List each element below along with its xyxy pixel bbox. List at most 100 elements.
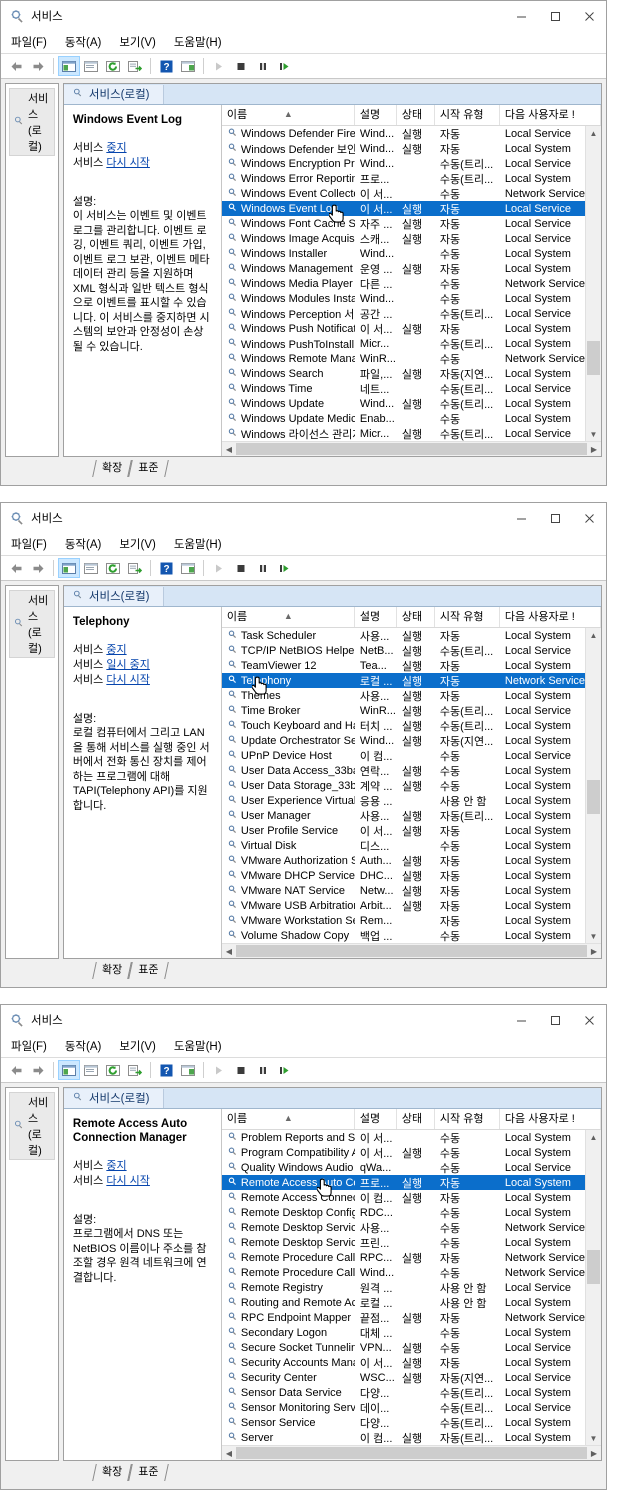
column-header-name[interactable]: 이름 ▲ xyxy=(222,105,355,125)
maximize-button[interactable] xyxy=(538,1005,572,1035)
service-link-다시 시작[interactable]: 다시 시작 xyxy=(106,674,150,686)
horizontal-scrollbar[interactable]: ◀ ▶ xyxy=(222,441,601,456)
maximize-button[interactable] xyxy=(538,503,572,533)
table-row[interactable]: Quality Windows Audio Vi...qWa...수동Local… xyxy=(222,1160,585,1175)
table-row[interactable]: Windows UpdateWind...실행수동(트리...Local Sys… xyxy=(222,396,585,411)
restart-service-icon[interactable] xyxy=(274,1060,296,1080)
table-row[interactable]: Routing and Remote Access로컬 ...사용 안 함Loc… xyxy=(222,1295,585,1310)
show-hide-console-tree-icon[interactable] xyxy=(58,56,80,76)
table-row[interactable]: User Data Access_33bad1연락...실행수동Local Sy… xyxy=(222,763,585,778)
table-row[interactable]: VMware DHCP ServiceDHC...실행자동Local Syste… xyxy=(222,868,585,883)
menu-action[interactable]: 동작(A) xyxy=(63,535,104,553)
vertical-scrollbar[interactable]: ▲ ▼ xyxy=(585,1130,601,1445)
table-row[interactable]: TeamViewer 12Tea...실행자동Local System xyxy=(222,658,585,673)
export-list-icon[interactable] xyxy=(124,1060,146,1080)
table-row[interactable]: Windows PushToInstall 서Micr...수동(트리...Lo… xyxy=(222,336,585,351)
menu-file[interactable]: 파일(F) xyxy=(9,535,49,553)
refresh-icon[interactable] xyxy=(102,558,124,578)
table-row[interactable]: Secure Socket Tunneling P...VPN...실행수동Lo… xyxy=(222,1340,585,1355)
minimize-button[interactable] xyxy=(504,503,538,533)
scroll-down-arrow-icon[interactable]: ▼ xyxy=(586,929,601,943)
table-row[interactable]: Windows Font Cache Service자주 ...실행자동Loca… xyxy=(222,216,585,231)
table-row[interactable]: Windows 라이선스 관리자Micr...실행수동(트리...Local S… xyxy=(222,426,585,441)
column-header-logon-as[interactable]: 다음 사용자로 ! xyxy=(500,105,601,125)
table-row[interactable]: Remote Desktop Services ...프린...수동Local … xyxy=(222,1235,585,1250)
forward-arrow-icon[interactable] xyxy=(27,558,49,578)
start-service-icon[interactable] xyxy=(208,1060,230,1080)
back-arrow-icon[interactable] xyxy=(5,558,27,578)
table-row[interactable]: User Experience Virtualizati...응용 ...사용 … xyxy=(222,793,585,808)
table-row[interactable]: Windows Defender 보안 센...Wind...실행자동Local… xyxy=(222,141,585,156)
refresh-icon[interactable] xyxy=(102,56,124,76)
table-row[interactable]: Windows Modules InstallerWind...수동Local … xyxy=(222,291,585,306)
table-row[interactable]: Windows Search파일,...실행자동(지연...Local Syst… xyxy=(222,366,585,381)
table-row[interactable]: Windows Time네트...수동(트리...Local Service xyxy=(222,381,585,396)
menu-file[interactable]: 파일(F) xyxy=(9,33,49,51)
minimize-button[interactable] xyxy=(504,1005,538,1035)
start-service-icon[interactable] xyxy=(208,56,230,76)
table-row[interactable]: Themes사용...실행자동Local System xyxy=(222,688,585,703)
tab-extended[interactable]: 확장 xyxy=(94,962,130,979)
table-row[interactable]: Sensor Monitoring Service데이...수동(트리...Lo… xyxy=(222,1400,585,1415)
scroll-down-arrow-icon[interactable]: ▼ xyxy=(586,427,601,441)
horizontal-scroll-thumb[interactable] xyxy=(236,1447,587,1459)
service-link-다시 시작[interactable]: 다시 시작 xyxy=(106,157,150,169)
table-row[interactable]: Secondary Logon대체 ...수동Local System xyxy=(222,1325,585,1340)
service-link-일시 중지[interactable]: 일시 중지 xyxy=(106,659,150,671)
column-header-startup-type[interactable]: 시작 유형 xyxy=(435,607,500,627)
scroll-right-arrow-icon[interactable]: ▶ xyxy=(587,1446,601,1460)
table-row[interactable]: Security Accounts Manager이 서...실행자동Local… xyxy=(222,1355,585,1370)
column-header-status[interactable]: 상태 xyxy=(397,105,435,125)
help-icon[interactable]: ? xyxy=(155,1060,177,1080)
show-hide-console-tree-icon[interactable] xyxy=(58,558,80,578)
vertical-scroll-thumb[interactable] xyxy=(587,341,600,375)
table-row[interactable]: Windows Media Player Net...다른 ...수동Netwo… xyxy=(222,276,585,291)
table-row[interactable]: Time BrokerWinR...실행수동(트리...Local Servic… xyxy=(222,703,585,718)
table-row[interactable]: Touch Keyboard and Hand...터치 ...실행수동(트리.… xyxy=(222,718,585,733)
show-hide-action-pane-icon[interactable] xyxy=(177,558,199,578)
table-row[interactable]: Windows Remote Manage...WinR...수동Network… xyxy=(222,351,585,366)
table-row[interactable]: Remote Access Connection...이 컴...실행자동Loc… xyxy=(222,1190,585,1205)
pane-tab-services-local[interactable]: 서비스(로컬) xyxy=(64,85,165,104)
pause-service-icon[interactable] xyxy=(252,56,274,76)
table-row[interactable]: Windows Management Inst...운영 ...실행자동Loca… xyxy=(222,261,585,276)
menu-help[interactable]: 도움말(H) xyxy=(172,1037,224,1055)
horizontal-scroll-thumb[interactable] xyxy=(236,945,587,957)
properties-icon[interactable] xyxy=(80,1060,102,1080)
table-row[interactable]: Remote Procedure Call (RP...Wind...수동Net… xyxy=(222,1265,585,1280)
help-icon[interactable]: ? xyxy=(155,558,177,578)
tree-item-services-local[interactable]: 서비스(로컬) xyxy=(9,88,55,156)
scroll-up-arrow-icon[interactable]: ▲ xyxy=(586,1130,601,1144)
table-row[interactable]: Remote Procedure Call (RPRPC...실행자동Netwo… xyxy=(222,1250,585,1265)
table-row[interactable]: Sensor Service다양...수동(트리...Local System xyxy=(222,1415,585,1430)
refresh-icon[interactable] xyxy=(102,1060,124,1080)
column-header-logon-as[interactable]: 다음 사용자로 ! xyxy=(500,1109,601,1129)
table-row[interactable]: Windows Update Medic Se...Enab...수동Local… xyxy=(222,411,585,426)
vertical-scroll-thumb[interactable] xyxy=(587,1250,600,1284)
table-row[interactable]: Windows Event Log이 서...실행자동Local Service xyxy=(222,201,585,216)
vertical-scrollbar[interactable]: ▲ ▼ xyxy=(585,126,601,441)
stop-service-icon[interactable] xyxy=(230,56,252,76)
table-row[interactable]: Windows Encryption Provi...Wind...수동(트리.… xyxy=(222,156,585,171)
pause-service-icon[interactable] xyxy=(252,1060,274,1080)
column-header-name[interactable]: 이름 ▲ xyxy=(222,1109,355,1129)
help-icon[interactable]: ? xyxy=(155,56,177,76)
back-arrow-icon[interactable] xyxy=(5,1060,27,1080)
forward-arrow-icon[interactable] xyxy=(27,1060,49,1080)
scroll-left-arrow-icon[interactable]: ◀ xyxy=(222,1446,236,1460)
tree-item-services-local[interactable]: 서비스(로컬) xyxy=(9,1092,55,1160)
scroll-left-arrow-icon[interactable]: ◀ xyxy=(222,442,236,456)
properties-icon[interactable] xyxy=(80,56,102,76)
forward-arrow-icon[interactable] xyxy=(27,56,49,76)
table-row[interactable]: Windows Push Notification...이 서...실행자동Lo… xyxy=(222,321,585,336)
restart-service-icon[interactable] xyxy=(274,56,296,76)
column-header-status[interactable]: 상태 xyxy=(397,1109,435,1129)
service-link-중지[interactable]: 중지 xyxy=(106,644,126,656)
show-hide-action-pane-icon[interactable] xyxy=(177,1060,199,1080)
close-button[interactable] xyxy=(572,503,606,533)
horizontal-scrollbar[interactable]: ◀ ▶ xyxy=(222,1445,601,1460)
minimize-button[interactable] xyxy=(504,1,538,31)
column-header-logon-as[interactable]: 다음 사용자로 ! xyxy=(500,607,601,627)
table-row[interactable]: Security CenterWSC...실행자동(지연...Local Ser… xyxy=(222,1370,585,1385)
vertical-scroll-thumb[interactable] xyxy=(587,780,600,814)
